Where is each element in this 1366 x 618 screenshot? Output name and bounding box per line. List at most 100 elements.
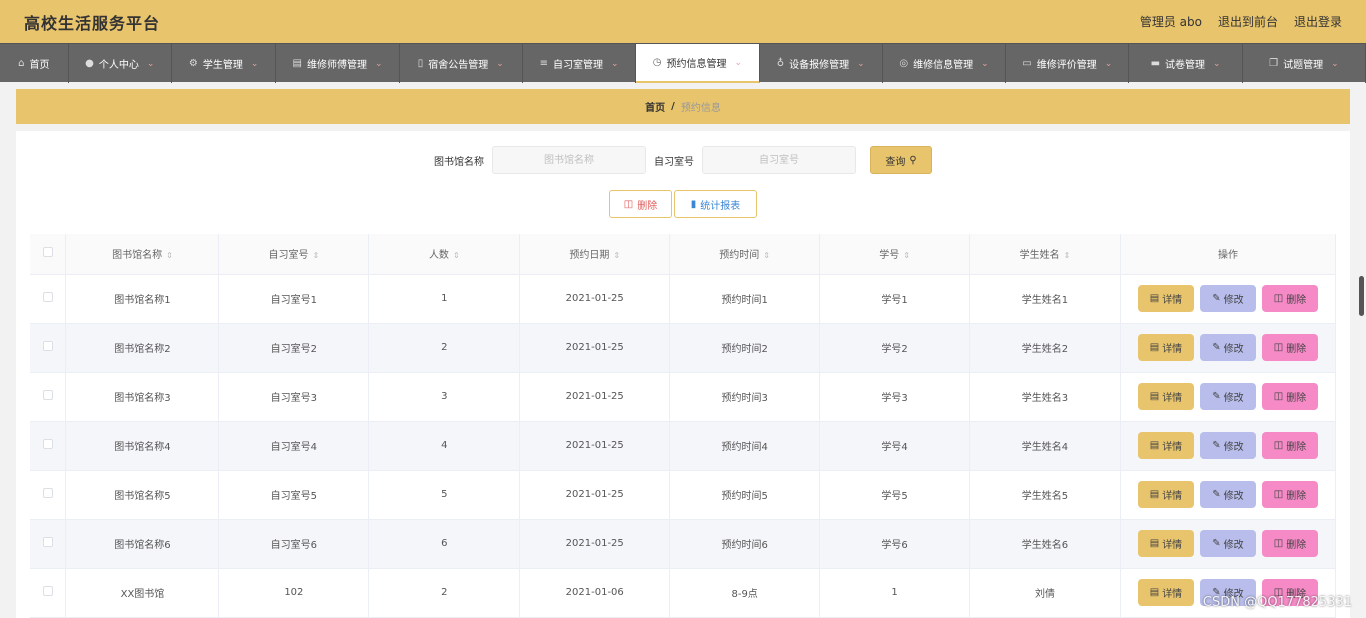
column-header[interactable]: 预约时间 ⇕ bbox=[669, 234, 821, 275]
batch-delete-button[interactable]: ◫ 删除 bbox=[609, 190, 672, 218]
nav-item-5[interactable]: ≡ 自习室管理 ⌄ bbox=[523, 44, 637, 83]
trash-icon: ◫ bbox=[623, 198, 634, 210]
column-header[interactable]: 预约日期 ⇕ bbox=[519, 234, 671, 275]
library-name-input[interactable] bbox=[492, 146, 646, 174]
edit-button[interactable]: ✎ 修改 bbox=[1199, 383, 1256, 410]
row-checkbox[interactable] bbox=[42, 488, 53, 498]
select-all-checkbox[interactable] bbox=[42, 247, 53, 258]
table-cell: 4 bbox=[368, 421, 521, 471]
logout-link[interactable]: 退出登录 bbox=[1294, 13, 1342, 30]
brand-title: 高校生活服务平台 bbox=[24, 13, 161, 33]
row-checkbox[interactable] bbox=[42, 439, 53, 449]
nav-item-9[interactable]: ▭ 维修评价管理 ⌄ bbox=[1006, 44, 1130, 83]
detail-button[interactable]: ▤ 详情 bbox=[1137, 481, 1194, 508]
column-header[interactable]: 学生姓名 ⇕ bbox=[969, 234, 1121, 275]
delete-button[interactable]: ◫ 删除 bbox=[1261, 481, 1318, 508]
page-scrollbar-thumb[interactable] bbox=[1359, 276, 1364, 316]
main-nav: ⌂ 首页 ● 个人中心 ⌄ ⚙ 学生管理 ⌄ ▤ 维修师傅管理 ⌄ ▯ 宿舍公告管理 ⌄ ≡ 自习室管理 ⌄ ◷ 预… bbox=[0, 43, 1366, 83]
edit-button[interactable]: ✎ 修改 bbox=[1199, 432, 1256, 459]
column-header[interactable]: 学号 ⇕ bbox=[819, 234, 971, 275]
study-room-label: 自习室号 bbox=[654, 156, 694, 168]
document-icon: ▤ bbox=[1149, 391, 1160, 402]
detail-button[interactable]: ▤ 详情 bbox=[1137, 579, 1194, 606]
csdn-watermark: CSDN @QQ177825331 bbox=[1202, 595, 1352, 610]
nav-item-7[interactable]: ♁ 设备报修管理 ⌄ bbox=[760, 44, 883, 83]
table-row: 图书馆名称4 自习室号4 4 2021-01-25 预约时间4 学号4 学生姓名4 ▤ 详情 … bbox=[30, 421, 1337, 471]
table-cell: 自习室号6 bbox=[218, 519, 370, 569]
exit-to-front-link[interactable]: 退出到前台 bbox=[1218, 13, 1278, 30]
table-cell: 学号6 bbox=[819, 519, 971, 569]
nav-item-label: 自习室管理 bbox=[553, 60, 604, 71]
table-cell: 预约时间4 bbox=[669, 421, 821, 471]
row-actions: ▤ 详情 ✎ 修改 ◫ 删除 bbox=[1120, 421, 1337, 471]
breadcrumb-home[interactable]: 首页 bbox=[645, 99, 665, 114]
statistics-report-button[interactable]: ▮ 统计报表 bbox=[674, 190, 757, 218]
nav-item-8[interactable]: ◎ 维修信息管理 ⌄ bbox=[883, 44, 1007, 83]
user-icon: ● bbox=[85, 58, 94, 69]
sort-icon[interactable]: ⇕ bbox=[453, 251, 460, 260]
delete-button[interactable]: ◫ 删除 bbox=[1261, 334, 1318, 361]
column-header[interactable]: 自习室号 ⇕ bbox=[218, 234, 370, 275]
library-name-label: 图书馆名称 bbox=[434, 156, 484, 168]
delete-button[interactable]: ◫ 删除 bbox=[1261, 432, 1318, 459]
nav-item-11[interactable]: ❐ 试题管理 ⌄ bbox=[1243, 44, 1366, 83]
nav-item-2[interactable]: ⚙ 学生管理 ⌄ bbox=[172, 44, 277, 83]
nav-item-1[interactable]: ● 个人中心 ⌄ bbox=[69, 44, 172, 83]
nav-item-label: 试卷管理 bbox=[1165, 60, 1206, 71]
breadcrumb-current: 预约信息 bbox=[680, 103, 721, 114]
nav-item-4[interactable]: ▯ 宿舍公告管理 ⌄ bbox=[400, 44, 523, 83]
query-button[interactable]: 查询 ⚲ bbox=[870, 146, 932, 174]
detail-button[interactable]: ▤ 详情 bbox=[1137, 383, 1194, 410]
delete-label: 删除 bbox=[1286, 491, 1307, 502]
delete-button[interactable]: ◫ 删除 bbox=[1261, 285, 1318, 312]
table-cell: 2021-01-25 bbox=[519, 470, 671, 520]
table-cell: 1 bbox=[368, 274, 521, 324]
chevron-down-icon: ⌄ bbox=[1213, 58, 1221, 69]
edit-label: 修改 bbox=[1223, 540, 1244, 551]
table-cell: 预约时间5 bbox=[669, 470, 821, 520]
table-cell: 图书馆名称2 bbox=[65, 323, 220, 373]
sort-icon[interactable]: ⇕ bbox=[903, 251, 910, 260]
document-icon: ▤ bbox=[1149, 440, 1160, 451]
sort-icon[interactable]: ⇕ bbox=[1064, 251, 1071, 260]
study-room-input[interactable] bbox=[702, 146, 856, 174]
nav-item-6[interactable]: ◷ 预约信息管理 ⌄ bbox=[636, 44, 760, 83]
row-actions: ▤ 详情 ✎ 修改 ◫ 删除 bbox=[1120, 372, 1337, 422]
row-actions: ▤ 详情 ✎ 修改 ◫ 删除 bbox=[1120, 470, 1337, 520]
nav-item-10[interactable]: ▬ 试卷管理 ⌄ bbox=[1129, 44, 1243, 83]
delete-label: 删除 bbox=[1286, 344, 1307, 355]
table-row: 图书馆名称2 自习室号2 2 2021-01-25 预约时间2 学号2 学生姓名2 ▤ 详情 … bbox=[30, 323, 1337, 373]
sort-icon[interactable]: ⇕ bbox=[313, 251, 320, 260]
table-cell: 2021-01-25 bbox=[519, 274, 671, 324]
detail-button[interactable]: ▤ 详情 bbox=[1137, 530, 1194, 557]
sort-icon[interactable]: ⇕ bbox=[166, 251, 173, 260]
edit-button[interactable]: ✎ 修改 bbox=[1199, 285, 1256, 312]
detail-button[interactable]: ▤ 详情 bbox=[1137, 432, 1194, 459]
row-checkbox[interactable] bbox=[42, 341, 53, 351]
pencil-icon: ✎ bbox=[1212, 342, 1221, 353]
edit-button[interactable]: ✎ 修改 bbox=[1199, 481, 1256, 508]
detail-button[interactable]: ▤ 详情 bbox=[1137, 285, 1194, 312]
detail-label: 详情 bbox=[1162, 589, 1183, 600]
nav-item-0[interactable]: ⌂ 首页 bbox=[0, 44, 69, 83]
search-icon: ⚲ bbox=[909, 154, 917, 166]
clock-icon: ◷ bbox=[652, 57, 662, 68]
sort-icon[interactable]: ⇕ bbox=[613, 251, 620, 260]
column-header[interactable]: 图书馆名称 ⇕ bbox=[65, 234, 220, 275]
search-bar: 图书馆名称 自习室号 查询 ⚲ bbox=[16, 146, 1350, 174]
row-checkbox[interactable] bbox=[42, 586, 53, 596]
detail-label: 详情 bbox=[1162, 295, 1183, 306]
delete-button[interactable]: ◫ 删除 bbox=[1261, 383, 1318, 410]
sort-icon[interactable]: ⇕ bbox=[763, 251, 770, 260]
delete-button[interactable]: ◫ 删除 bbox=[1261, 530, 1318, 557]
row-checkbox[interactable] bbox=[42, 390, 53, 400]
list-icon: ≡ bbox=[539, 58, 549, 69]
nav-item-3[interactable]: ▤ 维修师傅管理 ⌄ bbox=[276, 44, 400, 83]
edit-button[interactable]: ✎ 修改 bbox=[1199, 530, 1256, 557]
table-cell: 6 bbox=[368, 519, 521, 569]
column-header[interactable]: 人数 ⇕ bbox=[368, 234, 521, 275]
detail-button[interactable]: ▤ 详情 bbox=[1137, 334, 1194, 361]
row-checkbox[interactable] bbox=[42, 292, 53, 302]
edit-button[interactable]: ✎ 修改 bbox=[1199, 334, 1256, 361]
row-checkbox[interactable] bbox=[42, 537, 53, 547]
